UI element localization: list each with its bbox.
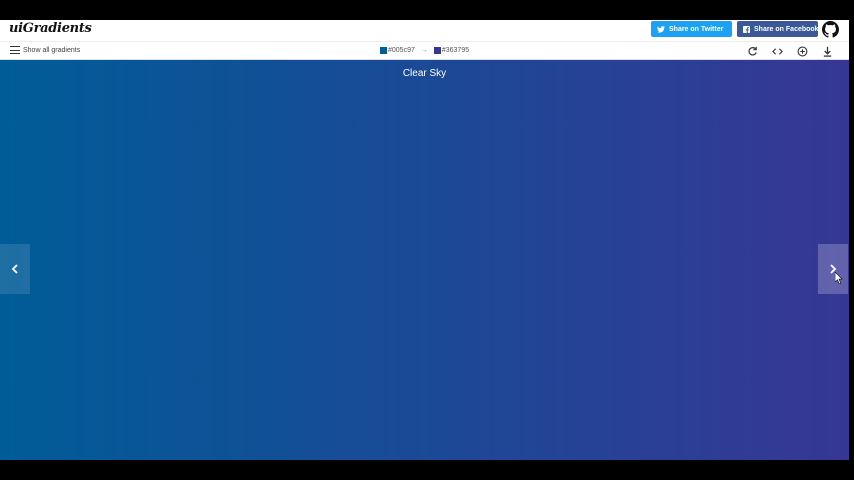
previous-gradient-button[interactable] <box>0 244 30 294</box>
facebook-icon <box>743 25 750 33</box>
gradient-name: Clear Sky <box>402 68 447 79</box>
mouse-cursor-icon <box>835 272 843 284</box>
color-swatch-end <box>433 47 441 54</box>
gradient-preview: Clear Sky <box>0 60 849 460</box>
share-facebook-button[interactable]: Share on Facebook <box>737 21 819 37</box>
github-icon[interactable] <box>822 21 839 38</box>
chevron-left-icon <box>11 264 18 274</box>
next-gradient-button[interactable] <box>818 244 848 294</box>
share-facebook-label: Share on Facebook <box>754 25 819 33</box>
color-code-end[interactable]: #363795 <box>442 47 469 54</box>
show-all-label: Show all gradients <box>23 46 81 54</box>
rotate-icon[interactable] <box>747 46 758 57</box>
share-twitter-label: Share on Twitter <box>669 25 724 33</box>
add-icon[interactable] <box>797 46 808 57</box>
share-twitter-button[interactable]: Share on Twitter <box>651 21 732 37</box>
hamburger-icon <box>10 46 20 54</box>
color-swatch-start <box>380 47 387 54</box>
color-code-start[interactable]: #005c97 <box>388 47 415 54</box>
toolbar: Show all gradients #005c97 → #363795 <box>0 41 849 60</box>
header: uiGradients Share on Twitter Share on Fa… <box>0 20 849 41</box>
show-all-gradients-button[interactable]: Show all gradients <box>10 46 80 54</box>
twitter-icon <box>657 25 665 33</box>
code-icon[interactable] <box>772 46 783 57</box>
logo[interactable]: uiGradients <box>9 21 92 36</box>
download-icon[interactable] <box>822 46 833 57</box>
arrow-icon: → <box>420 47 428 54</box>
gradient-colors: #005c97 → #363795 <box>380 47 469 54</box>
app-window: uiGradients Share on Twitter Share on Fa… <box>0 20 849 460</box>
